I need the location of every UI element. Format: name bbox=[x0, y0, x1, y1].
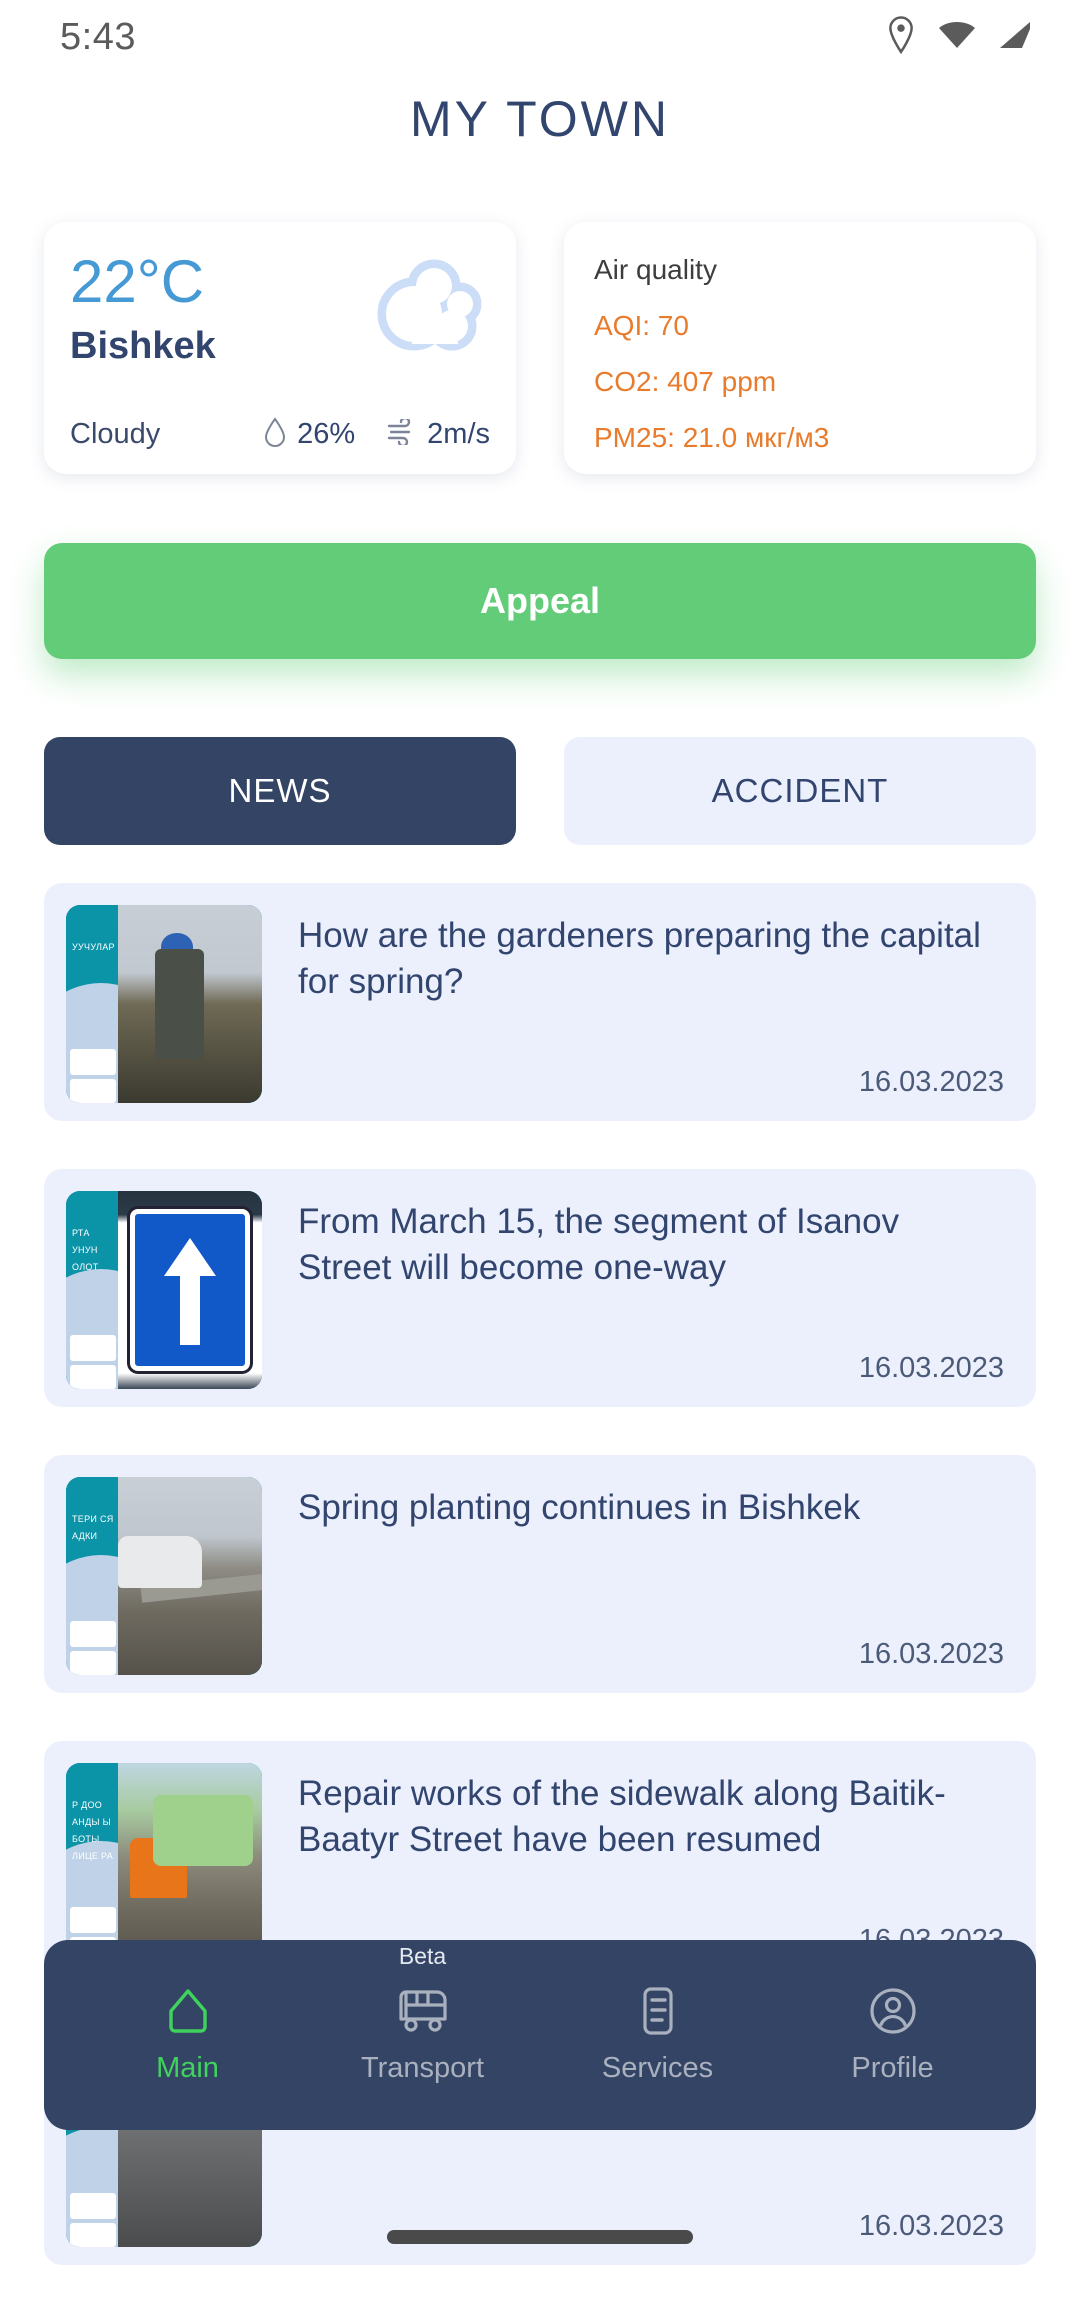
home-indicator[interactable] bbox=[387, 2230, 693, 2244]
bottom-navigation-bar: Main Beta Transport Services Profile bbox=[44, 1940, 1036, 2130]
status-icons-group bbox=[886, 15, 1034, 59]
list-icon bbox=[637, 1985, 679, 2042]
person-icon bbox=[867, 1985, 919, 2042]
location-pin-icon bbox=[886, 15, 916, 59]
news-date: 16.03.2023 bbox=[858, 1638, 1004, 1670]
news-thumbnail: УУЧУЛАР bbox=[66, 905, 262, 1103]
news-date: 16.03.2023 bbox=[858, 2210, 1004, 2242]
page-title: MY TOWN bbox=[410, 91, 670, 147]
content-tabs: NEWS ACCIDENT bbox=[44, 737, 1036, 845]
news-thumbnail: Р ДОО АНДЫ Ы БОТЫ ЛИЦЕ РА bbox=[66, 1763, 262, 1961]
nav-item-profile[interactable]: Profile bbox=[798, 1985, 988, 2085]
air-quality-co2: CO2: 407 ppm bbox=[594, 366, 777, 397]
nav-item-transport[interactable]: Beta Transport bbox=[328, 1943, 518, 2085]
humidity-metric: 26% bbox=[263, 417, 355, 452]
air-quality-pm25: PM25: 21.0 мкг/м3 bbox=[594, 422, 830, 453]
one-way-sign-icon bbox=[129, 1208, 251, 1372]
weather-metrics-row: Cloudy 26% 2m/s bbox=[70, 416, 490, 452]
summary-cards-row: 22°C Bishkek Cloudy 26% 2m/s Air quality… bbox=[44, 222, 1036, 474]
nav-label-profile: Profile bbox=[851, 2052, 934, 2084]
nav-label-services: Services bbox=[601, 2052, 714, 2084]
news-list-item[interactable]: ТЕРИ СЯ АДКИ Spring planting continues i… bbox=[44, 1455, 1036, 1693]
cloudy-icon bbox=[372, 256, 484, 361]
news-title: From March 15, the segment of Isanov Str… bbox=[298, 1202, 900, 1288]
appeal-button[interactable]: Appeal bbox=[44, 543, 1036, 659]
bus-icon bbox=[395, 1985, 451, 2042]
humidity-value: 26% bbox=[297, 418, 356, 450]
signal-icon bbox=[998, 20, 1034, 55]
weather-condition: Cloudy bbox=[70, 418, 161, 450]
nav-label-transport: Transport bbox=[360, 2052, 485, 2084]
news-thumbnail: РТА УНУН ОЛОТ bbox=[66, 1191, 262, 1389]
wind-metric: 2m/s bbox=[385, 416, 490, 451]
news-date: 16.03.2023 bbox=[858, 1352, 1004, 1384]
tab-news[interactable]: NEWS bbox=[44, 737, 516, 845]
news-thumbnail: ТЕРИ СЯ АДКИ bbox=[66, 1477, 262, 1675]
news-date: 16.03.2023 bbox=[858, 1066, 1004, 1098]
status-time: 5:43 bbox=[60, 15, 136, 58]
news-title: Spring planting continues in Bishkek bbox=[298, 1488, 861, 1527]
nav-label-main: Main bbox=[156, 2052, 219, 2084]
news-list-item[interactable]: РТА УНУН ОЛОТ From March 15, the segment… bbox=[44, 1169, 1036, 1407]
water-drop-icon bbox=[263, 417, 287, 452]
tab-accident[interactable]: ACCIDENT bbox=[564, 737, 1036, 845]
news-thumbnail-caption: РТА УНУН ОЛОТ bbox=[72, 1228, 99, 1273]
beta-badge: Beta bbox=[398, 1943, 447, 1969]
wind-value: 2m/s bbox=[427, 418, 490, 450]
wind-icon bbox=[385, 416, 417, 450]
weather-card[interactable]: 22°C Bishkek Cloudy 26% 2m/s bbox=[44, 222, 516, 474]
air-quality-aqi: AQI: 70 bbox=[594, 310, 689, 341]
news-list-item[interactable]: УУЧУЛАР How are the gardeners preparing … bbox=[44, 883, 1036, 1121]
home-icon bbox=[162, 1985, 214, 2042]
status-bar: 5:43 bbox=[0, 0, 1080, 74]
news-thumbnail-caption: Р ДОО АНДЫ Ы БОТЫ ЛИЦЕ РА bbox=[72, 1800, 114, 1862]
air-quality-title: Air quality bbox=[594, 254, 717, 285]
wifi-icon bbox=[938, 20, 976, 55]
news-title: Repair works of the sidewalk along Baiti… bbox=[298, 1774, 946, 1860]
news-title: How are the gardeners preparing the capi… bbox=[298, 916, 981, 1002]
nav-item-services[interactable]: Services bbox=[563, 1985, 753, 2085]
air-quality-card[interactable]: Air quality AQI: 70 CO2: 407 ppm PM25: 2… bbox=[564, 222, 1036, 474]
nav-item-main[interactable]: Main bbox=[93, 1985, 283, 2085]
news-thumbnail-caption: УУЧУЛАР bbox=[72, 942, 115, 952]
news-thumbnail-caption: ТЕРИ СЯ АДКИ bbox=[72, 1514, 114, 1542]
